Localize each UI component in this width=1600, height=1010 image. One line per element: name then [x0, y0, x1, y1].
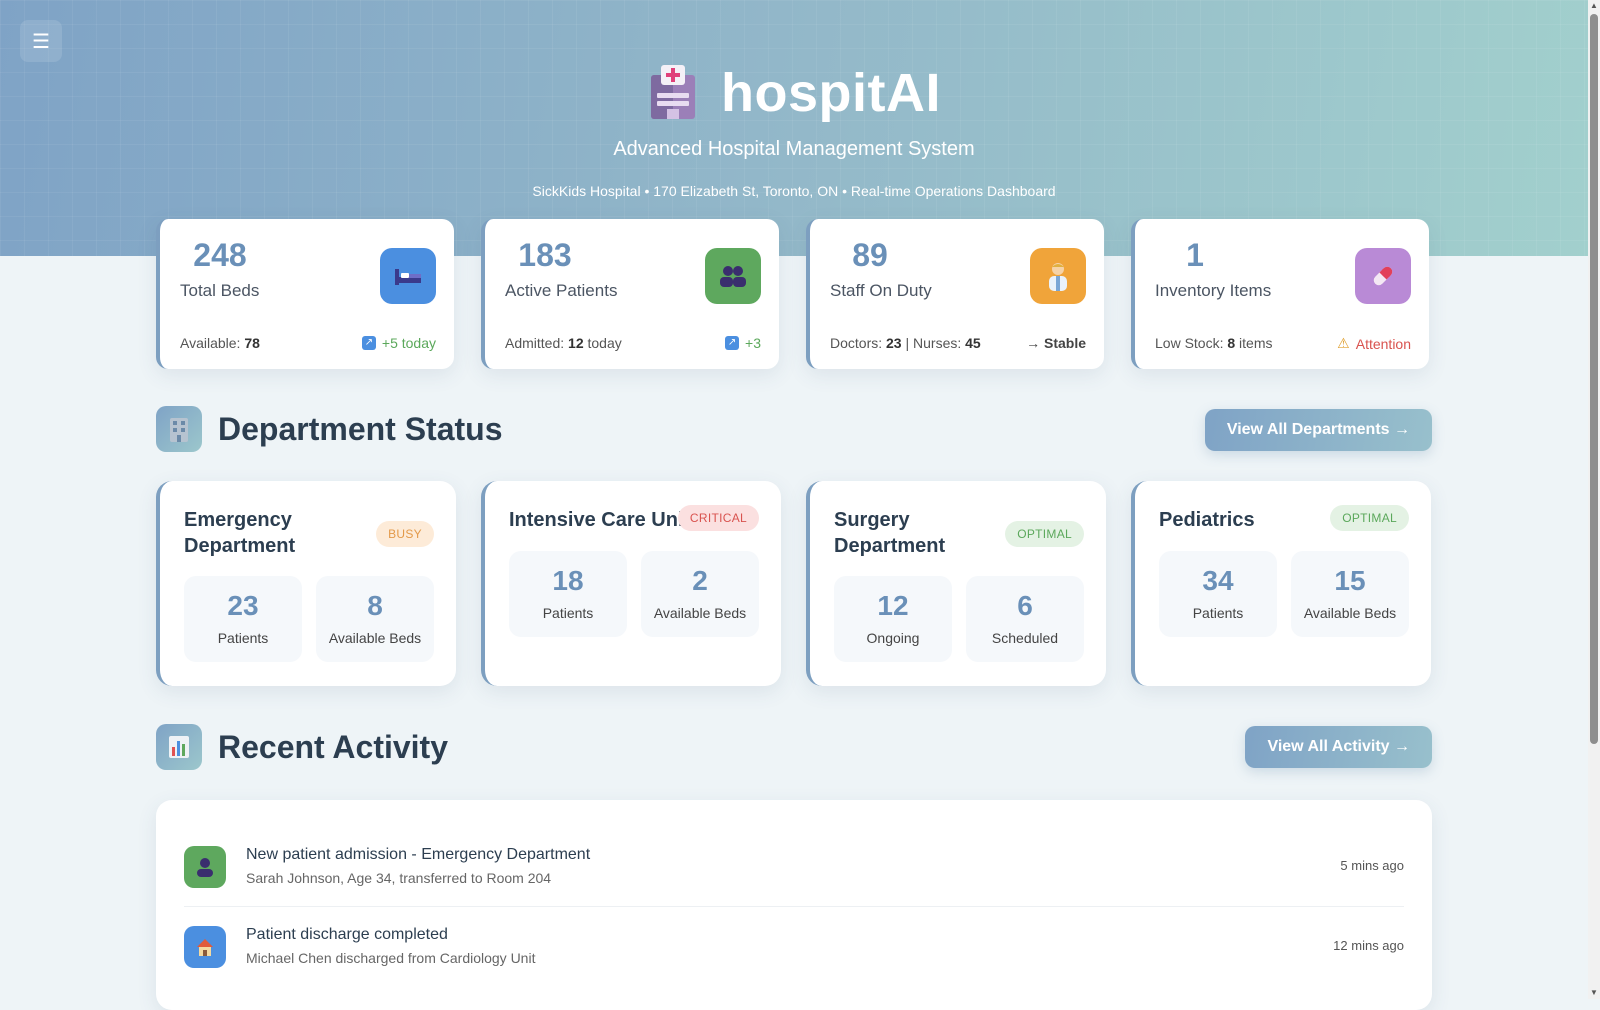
stat-footer: Doctors: 23 | Nurses: 45 — [830, 335, 981, 351]
stat-trend: ⚠ Attention — [1337, 335, 1411, 352]
stat-trend: ↗ +5 today — [361, 335, 436, 351]
pill-icon — [1355, 248, 1411, 304]
activity-description: Sarah Johnson, Age 34, transferred to Ro… — [246, 870, 552, 886]
trend-up-icon: ↗ — [725, 336, 740, 350]
dept-card-surgery[interactable]: Surgery Department OPTIMAL 12 Ongoing 6 Sc… — [806, 481, 1106, 686]
doctor-icon — [1030, 248, 1086, 304]
hero-banner — [0, 0, 1600, 256]
dept-card-icu[interactable]: Intensive Care Unit CRITICAL 18 Patients … — [481, 481, 781, 686]
hamburger-icon: ☰ — [32, 30, 50, 53]
stat-trend: → Stable — [1026, 335, 1086, 351]
app-title: hospitAI — [721, 63, 941, 123]
stat-card-active-patients[interactable]: 183 Active Patients Admitted: 12 today ↗… — [481, 219, 779, 369]
dept-stat: 15 Available Beds — [1291, 551, 1409, 637]
status-badge: OPTIMAL — [1005, 521, 1084, 547]
page-scrollbar[interactable]: ▲ ▼ — [1588, 0, 1600, 999]
stat-footer: Low Stock: 8 items — [1155, 335, 1273, 351]
activity-title: Patient discharge completed — [246, 926, 448, 943]
dept-card-emergency[interactable]: Emergency Department BUSY 23 Patients 8 Av… — [156, 481, 456, 686]
stat-footer: Admitted: 12 today — [505, 335, 622, 351]
hospital-icon — [647, 65, 699, 121]
stat-label: Total Beds — [180, 281, 260, 300]
dept-name: Pediatrics — [1159, 509, 1255, 531]
warning-icon: ⚠ — [1337, 335, 1350, 351]
view-all-departments-button[interactable]: View All Departments → — [1204, 409, 1432, 451]
hero-grid-pattern — [0, 0, 1600, 256]
activity-panel: New patient admission - Emergency Depart… — [156, 800, 1432, 1010]
activity-item[interactable]: New patient admission - Emergency Depart… — [184, 846, 1404, 926]
stat-footer: Available: 78 — [180, 335, 260, 351]
recent-activity-header: Recent Activity — [156, 724, 448, 770]
dept-name: Surgery Department — [834, 509, 946, 557]
scroll-thumb[interactable] — [1590, 14, 1598, 744]
stat-label: Staff On Duty — [830, 281, 932, 300]
activity-title: New patient admission - Emergency Depart… — [246, 846, 591, 863]
bed-icon — [380, 248, 436, 304]
dept-stat: 6 Scheduled — [966, 576, 1084, 662]
stat-label: Active Patients — [505, 281, 618, 300]
app-subtitle: Advanced Hospital Management System — [613, 138, 975, 160]
person-icon — [184, 846, 226, 888]
dept-name: Intensive Care Unit — [509, 509, 691, 531]
divider — [184, 906, 1404, 907]
building-icon — [156, 406, 202, 452]
dept-name: Emergency Department — [184, 509, 296, 557]
stat-value: 183 — [518, 237, 572, 273]
dept-stat: 12 Ongoing — [834, 576, 952, 662]
patients-icon — [705, 248, 761, 304]
section-title: Recent Activity — [218, 728, 448, 765]
stat-card-staff-on-duty[interactable]: 89 Staff On Duty Doctors: 23 | Nurses: 4… — [806, 219, 1104, 369]
trend-up-icon: ↗ — [361, 336, 376, 350]
activity-time: 12 mins ago — [1333, 938, 1404, 953]
dept-card-pediatrics[interactable]: Pediatrics OPTIMAL 34 Patients 15 Availabl… — [1131, 481, 1431, 686]
menu-button[interactable]: ☰ — [20, 20, 62, 62]
dept-stat: 34 Patients — [1159, 551, 1277, 637]
activity-item[interactable]: Patient discharge completed Michael Chen… — [184, 926, 1404, 1006]
stat-value: 248 — [193, 237, 247, 273]
bar-chart-icon — [156, 724, 202, 770]
stat-value: 1 — [1186, 237, 1204, 273]
house-icon — [184, 926, 226, 968]
section-title: Department Status — [218, 410, 503, 447]
dept-stat: 8 Available Beds — [316, 576, 434, 662]
activity-description: Michael Chen discharged from Cardiology … — [246, 950, 536, 966]
stat-card-inventory-items[interactable]: 1 Inventory Items Low Stock: 8 items ⚠ A… — [1131, 219, 1429, 369]
status-badge: CRITICAL — [677, 505, 759, 531]
hospital-address: SickKids Hospital • 170 Elizabeth St, To… — [532, 183, 1056, 199]
view-all-activity-button[interactable]: View All Activity → — [1245, 726, 1432, 768]
activity-time: 5 mins ago — [1340, 858, 1404, 873]
status-badge: OPTIMAL — [1330, 505, 1409, 531]
stat-trend: ↗ +3 — [725, 335, 761, 351]
scroll-down-arrow-icon[interactable]: ▼ — [1590, 989, 1598, 997]
stat-value: 89 — [852, 237, 888, 273]
stat-label: Inventory Items — [1155, 281, 1272, 300]
status-badge: BUSY — [376, 521, 434, 547]
dept-stat: 23 Patients — [184, 576, 302, 662]
department-status-header: Department Status — [156, 406, 503, 452]
dept-stat: 2 Available Beds — [641, 551, 759, 637]
dept-stat: 18 Patients — [509, 551, 627, 637]
scroll-up-arrow-icon[interactable]: ▲ — [1590, 2, 1598, 10]
stat-card-total-beds[interactable]: 248 Total Beds Available: 78 ↗ +5 today — [156, 219, 454, 369]
brand: hospitAI — [0, 62, 1588, 124]
